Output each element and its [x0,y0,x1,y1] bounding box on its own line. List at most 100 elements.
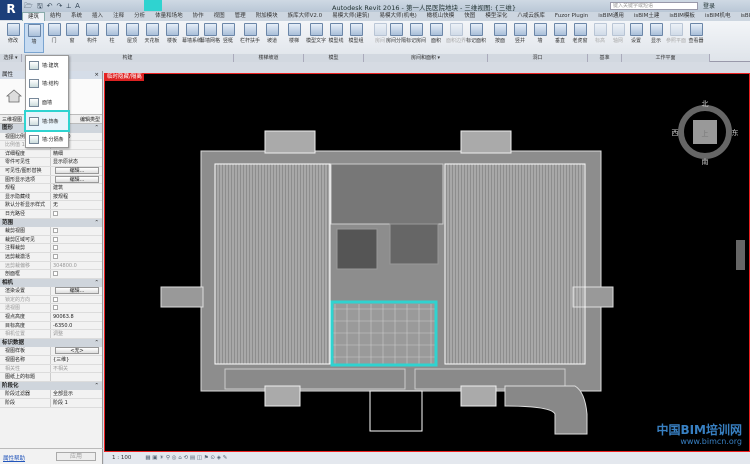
ribbon-panel-label[interactable]: 房间和面积 ▾ [364,54,488,62]
tab-9[interactable]: 管理 [230,12,251,21]
property-value[interactable] [51,373,102,381]
tab-2[interactable]: 系统 [66,12,87,21]
ribbon-button-4[interactable]: 构件 [82,23,102,44]
view-scale[interactable]: 1 : 100 [112,455,131,461]
tab-0[interactable]: 建筑 [22,12,46,21]
ribbon-button-2[interactable]: 门 [44,23,64,44]
ribbon-button-8[interactable]: 楼板 [162,23,182,44]
property-value[interactable]: 不相关 [51,365,102,373]
ribbon-button-32[interactable]: 显示 [646,23,666,44]
property-value[interactable]: 阶段 1 [51,399,102,407]
property-value[interactable]: 全部显示 [51,390,102,398]
edit-type-button[interactable]: 编辑类型 [80,116,100,123]
ribbon-button-26[interactable]: 墙 [530,23,550,44]
checkbox[interactable] [53,296,58,302]
property-value[interactable]: 调整 [51,330,102,338]
menu-item-2[interactable]: 面墙 [26,93,68,112]
apply-button[interactable]: 应用 [56,452,96,461]
ribbon-button-22[interactable]: 面积边界 [446,23,466,44]
property-value[interactable]: 编辑... [51,287,102,295]
collapse-icon[interactable]: ⌃ [94,279,99,287]
ribbon-panel-label[interactable]: 选择 ▾ [0,54,22,62]
property-value[interactable] [51,296,102,304]
property-value[interactable]: 90063.8 [51,313,102,321]
tab-11[interactable]: 族库大师V2.0 [283,12,328,21]
property-value[interactable] [51,304,102,312]
menu-item-3[interactable]: 墙:饰条 [24,109,70,133]
ribbon-button-1[interactable]: 墙 [24,23,44,53]
ribbon-button-28[interactable]: 老虎窗 [570,23,590,44]
tab-10[interactable]: 附加模块 [251,12,283,21]
menu-item-0[interactable]: 墙:建筑 [26,56,68,75]
menu-item-4[interactable]: 墙:分隔条 [26,130,68,149]
checkbox[interactable] [53,236,58,242]
tab-22[interactable]: isBIM机电 [700,12,736,21]
property-value[interactable]: 编辑... [51,175,102,184]
property-button[interactable]: 编辑... [55,166,99,174]
property-button[interactable]: 编辑... [55,175,99,183]
ribbon-button-14[interactable]: 楼梯 [284,23,304,44]
ribbon-button-20[interactable]: 标记房间 [406,23,426,44]
viewcube[interactable]: 上 北 东 南 西 [665,92,745,172]
checkbox[interactable] [53,228,58,234]
tab-12[interactable]: 易模大师(建筑) [327,12,374,21]
tab-1[interactable]: 结构 [45,12,66,21]
section-header[interactable]: 阶段化 ⌃ [0,381,102,391]
property-value[interactable]: 建筑 [51,184,102,192]
3d-view-button-highlighted[interactable] [144,0,162,11]
ribbon-button-33[interactable]: 参照平面 [666,23,686,44]
property-button[interactable]: <无> [55,347,99,355]
ribbon-button-34[interactable]: 查看器 [686,23,706,44]
ribbon-button-0[interactable]: 修改 [3,23,23,44]
section-header[interactable]: 标识数据 ⌃ [0,338,102,348]
ribbon-button-6[interactable]: 屋顶 [122,23,142,44]
navigation-bar[interactable] [736,240,745,270]
tab-20[interactable]: isBIM土建 [629,12,665,21]
tab-3[interactable]: 插入 [87,12,108,21]
property-button[interactable]: 编辑... [55,287,99,295]
tab-18[interactable]: Fuzor Plugin [550,12,593,21]
ribbon-button-9[interactable]: 幕墙系统 [182,23,202,44]
ribbon-button-19[interactable]: 房间分隔 [386,23,406,44]
tab-17[interactable]: 八戒云族库 [512,12,550,21]
collapse-icon[interactable]: ⌃ [94,382,99,390]
view-controls-icons[interactable]: ▦ ▣ ☀ ⚲ ◎ ⌂ ⟲ ▤ ◫ ⚑ ⊙ ◈ ✎ [145,455,227,461]
collapse-icon[interactable]: ⌃ [94,219,99,227]
menu-item-1[interactable]: 墙:结构 [26,75,68,94]
tab-13[interactable]: 易模大师(机电) [374,12,421,21]
type-name[interactable]: 三维视图 [2,116,22,123]
property-value[interactable]: 无 [51,201,102,209]
search-input[interactable]: 键入关键字或短语 [610,2,698,10]
tab-6[interactable]: 体量和场地 [150,12,188,21]
properties-help-link[interactable]: 属性帮助 [3,454,25,462]
ribbon-button-11[interactable]: 竖梃 [218,23,238,44]
ribbon-button-21[interactable]: 面积 [426,23,446,44]
ribbon-button-23[interactable]: 标记面积 [466,23,486,44]
property-value[interactable] [51,253,102,261]
property-value[interactable]: {三维} [51,356,102,364]
ribbon-button-17[interactable]: 模型组 [346,23,366,44]
tab-5[interactable]: 分析 [129,12,150,21]
collapse-icon[interactable]: ⌃ [94,124,99,132]
sign-in-button[interactable]: 登录 [703,1,715,10]
ribbon-button-15[interactable]: 模型文字 [306,23,326,44]
checkbox[interactable] [53,245,58,251]
ribbon-button-13[interactable]: 坡道 [262,23,282,44]
checkbox[interactable] [53,210,58,216]
ribbon-button-3[interactable]: 窗 [62,23,82,44]
property-value[interactable]: 精细 [51,150,102,158]
property-value[interactable]: -6350.0 [51,322,102,330]
checkbox[interactable] [53,271,58,277]
tab-8[interactable]: 视图 [209,12,230,21]
tab-21[interactable]: isBIM模板 [664,12,700,21]
tab-14[interactable]: 橄榄山快模 [422,12,460,21]
property-value[interactable] [51,270,102,278]
tab-7[interactable]: 协作 [188,12,209,21]
property-value[interactable] [51,236,102,244]
ribbon-button-25[interactable]: 竖井 [510,23,530,44]
property-value[interactable] [51,227,102,235]
tab-16[interactable]: 模型深化 [480,12,512,21]
tab-4[interactable]: 注释 [108,12,129,21]
property-value[interactable] [51,210,102,218]
ribbon-button-24[interactable]: 按面 [490,23,510,44]
